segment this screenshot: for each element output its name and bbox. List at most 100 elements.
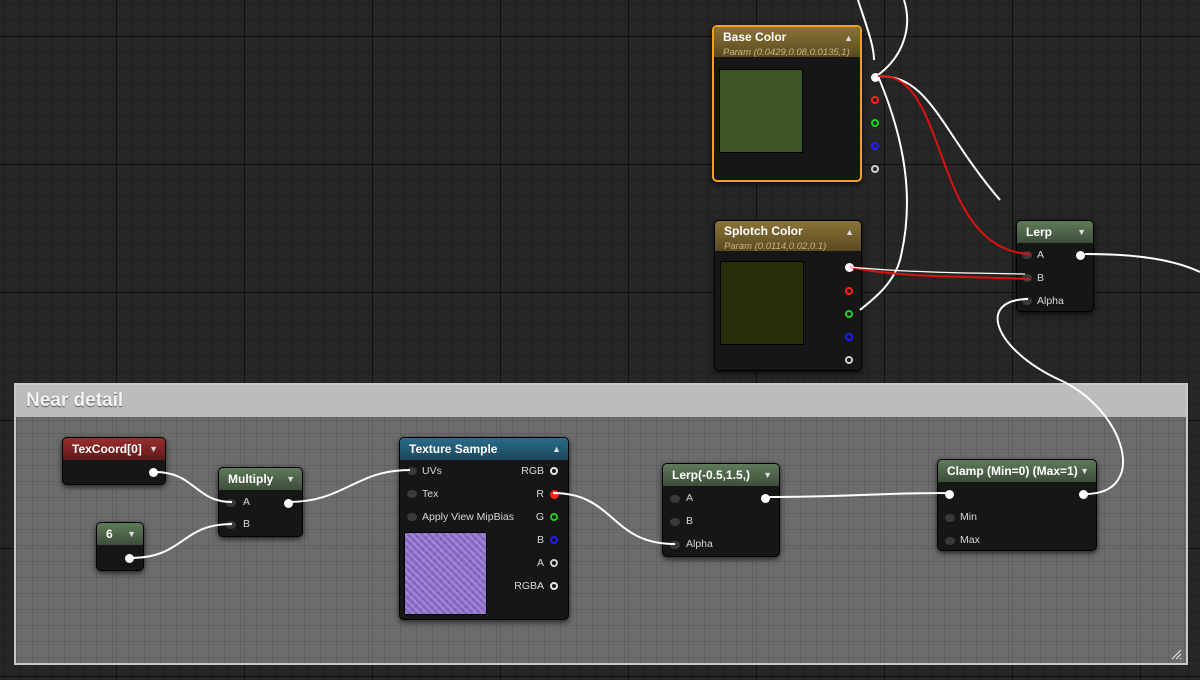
splotch-color-swatch	[720, 261, 804, 345]
splotch-color-r-pin[interactable]	[845, 287, 853, 295]
collapse-arrow-icon[interactable]: ▼	[286, 475, 295, 484]
a-label: A	[536, 557, 544, 569]
splotch-color-b-pin[interactable]	[845, 333, 853, 341]
lerp-range-output-pin[interactable]	[761, 494, 770, 503]
base-color-param: Param (0.0429,0.08,0.0135,1)	[723, 47, 850, 58]
clamp-output-pin[interactable]	[1079, 490, 1088, 499]
collapse-arrow-icon[interactable]: ▲	[845, 228, 854, 237]
splotch-color-a-pin[interactable]	[845, 356, 853, 364]
clamp-input-pin[interactable]	[945, 490, 954, 499]
clamp-min-input-pin[interactable]	[945, 514, 955, 522]
splotch-color-header[interactable]: Splotch Color Param (0.0114,0.02,0.1) ▲	[715, 221, 861, 252]
multiply-title: Multiply	[228, 472, 274, 486]
clamp-header[interactable]: Clamp (Min=0) (Max=1) ▼	[938, 460, 1096, 482]
base-color-node[interactable]: Base Color Param (0.0429,0.08,0.0135,1) …	[712, 25, 880, 182]
base-color-title: Base Color	[723, 30, 787, 44]
texture-sample-title: Texture Sample	[409, 442, 498, 456]
collapse-arrow-icon[interactable]: ▲	[844, 34, 853, 43]
lerp-range-alpha-input-pin[interactable]	[670, 541, 680, 549]
multiply-output-pin[interactable]	[284, 499, 293, 508]
splotch-color-param: Param (0.0114,0.02,0.1)	[724, 241, 827, 252]
splotch-color-node[interactable]: Splotch Color Param (0.0114,0.02,0.1) ▲	[714, 220, 862, 371]
multiply-b-input-pin[interactable]	[226, 521, 236, 529]
base-color-r-pin[interactable]	[871, 96, 879, 104]
collapse-arrow-icon[interactable]: ▼	[149, 445, 158, 454]
lerp-a-input-pin[interactable]	[1022, 251, 1032, 259]
lerp-range-header[interactable]: Lerp(-0.5,1.5,) ▼	[663, 464, 779, 486]
uvs-label: UVs	[422, 465, 442, 477]
multiply-b-label: B	[243, 518, 251, 530]
splotch-color-title: Splotch Color	[724, 224, 803, 238]
lerp-range-a-input-pin[interactable]	[670, 495, 680, 503]
mipbias-input-pin[interactable]	[407, 513, 417, 521]
lerp-range-alpha-label: Alpha	[686, 538, 713, 550]
texcoord-header[interactable]: TexCoord[0] ▼	[63, 438, 165, 460]
lerp-b-input-pin[interactable]	[1022, 274, 1032, 282]
collapse-arrow-icon[interactable]: ▼	[1077, 228, 1086, 237]
base-color-a-pin[interactable]	[871, 165, 879, 173]
rgba-output-pin[interactable]	[550, 582, 558, 590]
multiply-a-input-pin[interactable]	[226, 499, 236, 507]
lerp-range-b-input-pin[interactable]	[670, 518, 680, 526]
clamp-node[interactable]: Clamp (Min=0) (Max=1) ▼ Min Max	[937, 459, 1097, 551]
multiply-node[interactable]: Multiply ▼ A B	[218, 467, 303, 537]
constant-output-pin[interactable]	[125, 554, 134, 563]
clamp-min-label: Min	[960, 511, 977, 523]
tex-label: Tex	[422, 488, 439, 500]
texture-sample-header[interactable]: Texture Sample ▲	[400, 438, 568, 460]
uvs-input-pin[interactable]	[407, 467, 417, 475]
wire-base-to-right	[877, 74, 1001, 201]
base-color-g-pin[interactable]	[871, 119, 879, 127]
collapse-arrow-icon[interactable]: ▼	[1080, 467, 1089, 476]
base-color-b-pin[interactable]	[871, 142, 879, 150]
lerp-alpha-input-pin[interactable]	[1022, 297, 1032, 305]
lerp-node[interactable]: Lerp ▼ A B Alpha	[1016, 220, 1094, 312]
rgb-output-pin[interactable]	[550, 467, 558, 475]
lerp-header[interactable]: Lerp ▼	[1017, 221, 1093, 243]
b-label: B	[536, 534, 544, 546]
base-color-header[interactable]: Base Color Param (0.0429,0.08,0.0135,1) …	[714, 27, 860, 58]
clamp-max-label: Max	[960, 534, 980, 546]
constant-value: 6	[106, 527, 113, 541]
a-output-pin[interactable]	[550, 559, 558, 567]
wire-lerp-out	[1084, 253, 1200, 273]
texcoord-title: TexCoord[0]	[72, 442, 142, 456]
mipbias-label: Apply View MipBias	[422, 511, 515, 523]
constant-node[interactable]: 6 ▼	[96, 522, 144, 571]
lerp-range-b-label: B	[686, 515, 694, 527]
lerp-a-label: A	[1037, 249, 1045, 261]
constant-header[interactable]: 6 ▼	[97, 523, 143, 545]
lerp-range-title: Lerp(-0.5,1.5,)	[672, 468, 751, 482]
multiply-a-label: A	[243, 496, 251, 508]
texcoord-output-pin[interactable]	[149, 468, 158, 477]
wire-base-to-lerp-a	[877, 74, 1031, 255]
tex-input-pin[interactable]	[407, 490, 417, 498]
wire-splotch-white	[849, 266, 1026, 275]
r-label: R	[536, 488, 544, 500]
base-color-swatch	[719, 69, 803, 153]
clamp-max-input-pin[interactable]	[945, 537, 955, 545]
r-output-pin[interactable]	[550, 490, 559, 499]
texture-preview-thumbnail	[404, 532, 487, 615]
rgba-label: RGBA	[514, 580, 544, 592]
lerp-output-pin[interactable]	[1076, 251, 1085, 260]
resize-grip-icon[interactable]	[1170, 648, 1182, 660]
g-output-pin[interactable]	[550, 513, 558, 521]
comment-title[interactable]: Near detail	[16, 385, 1186, 417]
rgb-label: RGB	[521, 465, 544, 477]
lerp-range-a-label: A	[686, 492, 694, 504]
collapse-arrow-icon[interactable]: ▼	[127, 530, 136, 539]
b-output-pin[interactable]	[550, 536, 558, 544]
wire-top-right	[877, 0, 909, 76]
texcoord-node[interactable]: TexCoord[0] ▼	[62, 437, 166, 485]
collapse-arrow-icon[interactable]: ▼	[763, 471, 772, 480]
splotch-color-rgb-output-pin[interactable]	[845, 263, 854, 272]
splotch-color-g-pin[interactable]	[845, 310, 853, 318]
base-color-rgb-output-pin[interactable]	[871, 73, 880, 82]
clamp-title: Clamp (Min=0) (Max=1)	[947, 464, 1078, 478]
multiply-header[interactable]: Multiply ▼	[219, 468, 302, 490]
collapse-arrow-icon[interactable]: ▲	[552, 445, 561, 454]
lerp-range-node[interactable]: Lerp(-0.5,1.5,) ▼ A B Alpha	[662, 463, 780, 557]
texture-sample-node[interactable]: Texture Sample ▲ UVs Tex Apply View MipB…	[399, 437, 569, 620]
lerp-title: Lerp	[1026, 225, 1053, 239]
